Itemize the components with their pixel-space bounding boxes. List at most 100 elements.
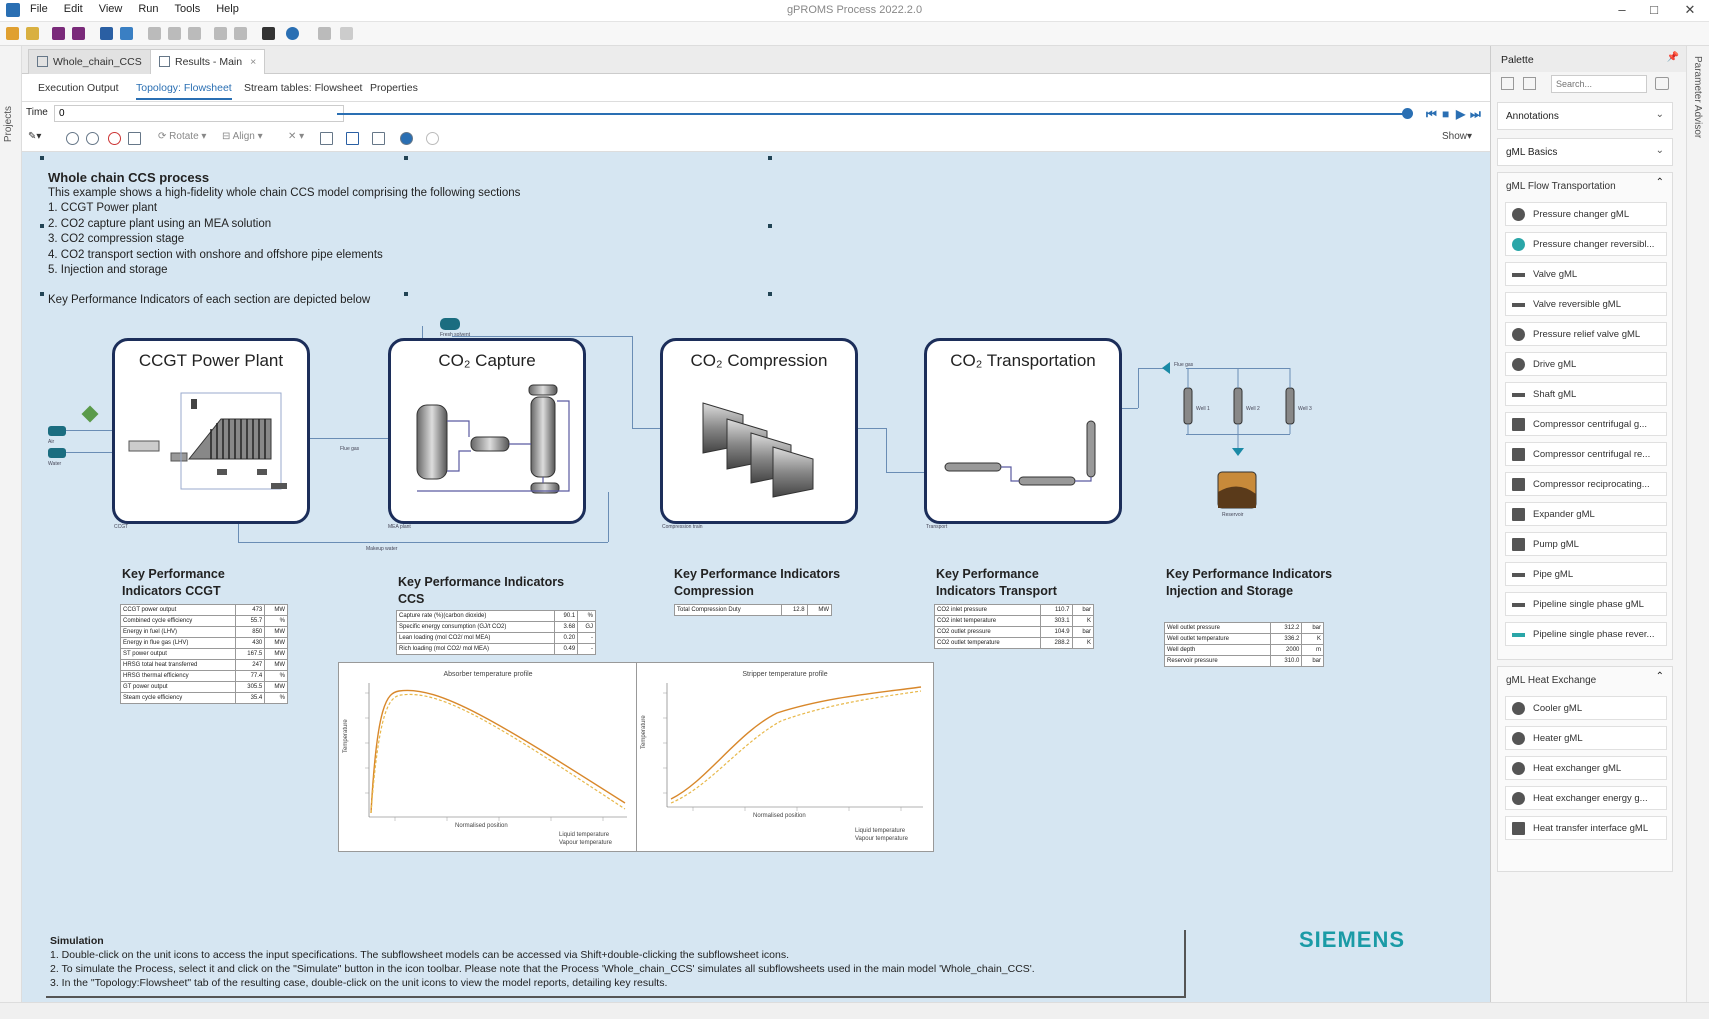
undo-icon[interactable] — [214, 27, 227, 40]
co2-product-icon[interactable] — [440, 318, 460, 330]
palette-item-pressure-changer[interactable]: Pressure changer gML — [1505, 202, 1667, 226]
palette-item-expander[interactable]: Expander gML — [1505, 502, 1667, 526]
palette-section-annotations[interactable]: Annotations ⌄ — [1497, 102, 1673, 130]
tab-execution-output[interactable]: Execution Output — [38, 82, 119, 94]
rotate-button[interactable]: ⟳ Rotate ▾ — [158, 131, 206, 142]
palette-item-heat-exchanger-energy[interactable]: Heat exchanger energy g... — [1505, 786, 1667, 810]
copy-icon[interactable] — [168, 27, 181, 40]
stripper-profile-plot[interactable]: Stripper temperature profile Normalised … — [636, 662, 934, 852]
tab-stream-tables[interactable]: Stream tables: Flowsheet — [244, 82, 362, 94]
chevron-up-icon[interactable]: ⌃ — [1656, 177, 1664, 188]
print-icon[interactable] — [120, 27, 133, 40]
palette-item-compressor[interactable]: Compressor centrifugal g... — [1505, 412, 1667, 436]
minimize-button[interactable]: – — [1612, 2, 1632, 17]
kpi-ccgt-table[interactable]: CCGT power output 473 MW Combined cycle eff… — [119, 604, 288, 704]
time-slider-track[interactable] — [337, 113, 1409, 115]
kpi-transport-table[interactable]: CO2 inlet pressure 110.7 bar CO2 inlet temp… — [933, 604, 1095, 649]
selection-handle[interactable] — [768, 224, 772, 228]
mixer-icon[interactable] — [81, 405, 99, 423]
tab-results-main[interactable]: Results - Main × — [150, 49, 266, 74]
palette-item-pressure-changer-rev[interactable]: Pressure changer reversibl... — [1505, 232, 1667, 256]
parameter-advisor-label[interactable]: Parameter Advisor — [1692, 56, 1703, 138]
selection-handle[interactable] — [40, 292, 44, 296]
selection-handle[interactable] — [404, 156, 408, 160]
zoom-out-icon[interactable] — [86, 132, 99, 145]
intro-annotation[interactable]: Whole chain CCS process This example sho… — [48, 170, 520, 308]
cross-icon[interactable]: ✕ ▾ — [288, 131, 304, 142]
flowsheet-canvas[interactable]: Whole chain CCS process This example sho… — [22, 152, 1490, 1002]
fuel-feed-icon[interactable] — [48, 448, 66, 458]
palette-item-shaft[interactable]: Shaft gML — [1505, 382, 1667, 406]
window-icon[interactable] — [372, 132, 385, 145]
kpi-compression-table[interactable]: Total Compression Duty 12.8 MW — [674, 604, 833, 616]
group-title[interactable]: gML Flow Transportation — [1506, 181, 1616, 192]
pointer-tool-icon[interactable]: ✎▾ — [28, 131, 41, 142]
pin-icon[interactable]: 📌 — [1667, 52, 1679, 63]
simulate-icon[interactable] — [286, 27, 299, 40]
palette-item-valve[interactable]: Valve gML — [1505, 262, 1667, 286]
palette-item-compressor-recip[interactable]: Compressor reciprocating... — [1505, 472, 1667, 496]
palette-item-drive[interactable]: Drive gML — [1505, 352, 1667, 376]
expand-all-icon[interactable] — [1501, 77, 1514, 90]
find-icon[interactable] — [262, 27, 275, 40]
absorber-profile-plot[interactable]: Absorber temperature profile Normalised … — [338, 662, 638, 852]
palette-section-gml-basics[interactable]: gML Basics ⌄ — [1497, 138, 1673, 166]
close-button[interactable]: ✕ — [1680, 2, 1700, 18]
palette-item-pipeline[interactable]: Pipeline single phase gML — [1505, 592, 1667, 616]
palette-item-valve-rev[interactable]: Valve reversible gML — [1505, 292, 1667, 316]
collapse-all-icon[interactable] — [1523, 77, 1536, 90]
maximize-button[interactable]: □ — [1644, 2, 1664, 17]
zoom-fit-icon[interactable] — [108, 132, 121, 145]
kpi-injection-table[interactable]: Well outlet pressure 312.2 bar Well outlet … — [1164, 622, 1324, 667]
save-all-icon[interactable] — [72, 27, 85, 40]
settings-icon[interactable] — [340, 27, 353, 40]
globe-icon[interactable] — [400, 132, 413, 145]
palette-item-heat-transfer[interactable]: Heat transfer interface gML — [1505, 816, 1667, 840]
stop-playback-icon[interactable]: ■ — [1442, 107, 1449, 121]
palette-item-pipe[interactable]: Pipe gML — [1505, 562, 1667, 586]
selection-handle[interactable] — [40, 224, 44, 228]
air-feed-icon[interactable] — [48, 426, 66, 436]
redo-icon[interactable] — [234, 27, 247, 40]
tab-properties[interactable]: Properties — [370, 82, 418, 94]
new-icon[interactable] — [6, 27, 19, 40]
palette-item-compressor-rev[interactable]: Compressor centrifugal re... — [1505, 442, 1667, 466]
projects-side-panel[interactable]: Projects — [0, 46, 22, 1006]
align-button[interactable]: ⊟ Align ▾ — [222, 131, 263, 142]
palette-item-cooler[interactable]: Cooler gML — [1505, 696, 1667, 720]
close-tab-icon[interactable]: × — [250, 56, 256, 68]
selection-handle[interactable] — [768, 156, 772, 160]
palette-search-input[interactable] — [1551, 75, 1647, 93]
layers-icon[interactable] — [346, 132, 359, 145]
group-title[interactable]: gML Heat Exchange — [1506, 675, 1596, 686]
co2-capture-unit[interactable]: CO₂ Capture — [388, 338, 586, 524]
export-icon[interactable] — [100, 27, 113, 40]
tab-topology-flowsheet[interactable]: Topology: Flowsheet — [136, 82, 232, 100]
ccgt-power-plant-unit[interactable]: CCGT Power Plant — [112, 338, 310, 524]
co2-transportation-unit[interactable]: CO₂ Transportation — [924, 338, 1122, 524]
palette-item-pump[interactable]: Pump gML — [1505, 532, 1667, 556]
show-dropdown[interactable]: Show▾ — [1442, 131, 1472, 142]
simulation-notes[interactable]: Simulation 1. Double-click on the unit i… — [46, 930, 1186, 998]
zoom-in-icon[interactable] — [66, 132, 79, 145]
chevron-up-icon[interactable]: ⌃ — [1656, 671, 1664, 682]
stop-icon[interactable] — [318, 27, 331, 40]
projects-label[interactable]: Projects — [3, 106, 14, 142]
save-icon[interactable] — [52, 27, 65, 40]
injection-wells-icon[interactable] — [1148, 352, 1318, 532]
grid-icon[interactable] — [320, 132, 333, 145]
palette-item-pipeline-rev[interactable]: Pipeline single phase rever... — [1505, 622, 1667, 646]
tab-whole-chain-ccs[interactable]: Whole_chain_CCS× — [28, 49, 165, 74]
time-slider-handle[interactable] — [1402, 108, 1413, 119]
paste-icon[interactable] — [188, 27, 201, 40]
zoom-selection-icon[interactable] — [128, 132, 141, 145]
open-folder-icon[interactable] — [26, 27, 39, 40]
kpi-ccs-table[interactable]: Capture rate (%)(carbon dioxide) 90.1% Spe… — [396, 610, 596, 655]
selection-handle[interactable] — [768, 292, 772, 296]
parameter-advisor-side-panel[interactable]: Parameter Advisor — [1686, 46, 1709, 1006]
skip-start-icon[interactable]: ⏮ — [1426, 107, 1437, 122]
selection-handle[interactable] — [40, 156, 44, 160]
cut-icon[interactable] — [148, 27, 161, 40]
clock-icon[interactable] — [426, 132, 439, 145]
palette-item-heat-exchanger[interactable]: Heat exchanger gML — [1505, 756, 1667, 780]
